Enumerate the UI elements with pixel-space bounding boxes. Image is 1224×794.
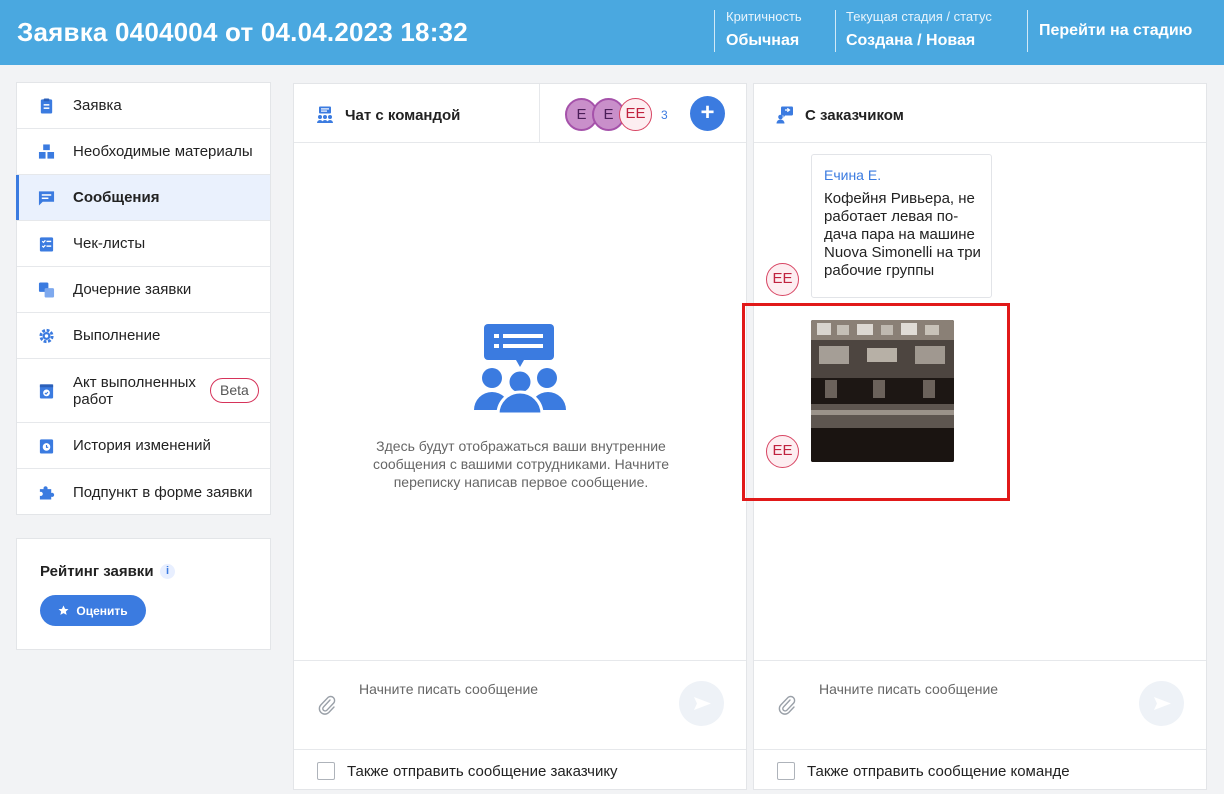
team-chat-title: Чат с командой [345, 107, 461, 124]
gear-icon [39, 328, 54, 343]
send-to-team-checkbox[interactable] [777, 762, 795, 780]
stage-block: Текущая стадия / статус Создана / Новая [846, 9, 992, 53]
stage-label: Текущая стадия / статус [846, 9, 992, 24]
sidebar-item-label: Акт выполненных работ [73, 373, 196, 408]
participants-count: 3 [661, 108, 668, 122]
history-icon [39, 438, 54, 454]
avatar[interactable]: ЕЕ [766, 435, 799, 468]
rating-title: Рейтинг заявки [40, 563, 154, 580]
customer-message-input[interactable] [819, 681, 1119, 697]
rating-card: Рейтинг заявки i Оценить [16, 538, 271, 650]
sidebar-item-label: Выполнение [73, 327, 161, 344]
sidebar-item-subitem[interactable]: Подпункт в форме заявки [17, 469, 270, 515]
team-chat-panel: Чат с командой Е Е ЕЕ 3 + Здесь будут от… [293, 83, 747, 790]
page-title: Заявка 0404004 от 04.04.2023 18:32 [17, 17, 468, 47]
sidebar-item-checklists[interactable]: Чек-листы [17, 221, 270, 267]
sidebar-item-child-requests[interactable]: Дочерние заявки [17, 267, 270, 313]
message-text: Кофейня Ривьера, не работает левая по-да… [824, 190, 981, 279]
team-chat-header: Чат с командой Е Е ЕЕ 3 + [294, 84, 746, 143]
image-message[interactable] [811, 320, 954, 462]
sidebar-item-messages[interactable]: Сообщения [16, 175, 270, 221]
sidebar-item-label: История изменений [73, 437, 211, 454]
coffee-machine-photo [811, 320, 954, 462]
sidebar-item-label: Заявка [73, 97, 122, 114]
customer-chat-header: С заказчиком [754, 84, 1206, 143]
checklist-icon [39, 236, 54, 252]
customer-footer: Также отправить сообщение команде [754, 749, 1206, 791]
sidebar-item-label: Чек-листы [73, 235, 146, 252]
sidebar-item-label: Необходимые материалы [73, 143, 253, 160]
goto-stage-button[interactable]: Перейти на стадию [1039, 22, 1192, 40]
child-requests-icon [38, 281, 55, 298]
team-composer [294, 660, 746, 749]
criticality-value: Обычная [726, 32, 800, 49]
send-to-team-label: Также отправить сообщение команде [807, 763, 1070, 780]
team-footer: Также отправить сообщение заказчику [294, 749, 746, 791]
team-chat-icon [317, 106, 333, 123]
act-icon [39, 383, 54, 399]
customer-chat-title: С заказчиком [805, 107, 904, 124]
sidebar-item-materials[interactable]: Необходимые материалы [17, 129, 270, 175]
boxes-icon [38, 143, 55, 159]
send-icon [1154, 697, 1171, 710]
message-icon [38, 190, 55, 206]
header-divider [539, 84, 540, 143]
customer-composer [754, 660, 1206, 749]
sidebar-item-act[interactable]: Акт выполненных работ Beta [17, 359, 270, 423]
avatar[interactable]: ЕЕ [766, 263, 799, 296]
criticality-block: Критичность Обычная [726, 9, 802, 53]
info-icon[interactable]: i [160, 564, 175, 579]
header-divider [1027, 10, 1028, 52]
sidebar-item-label: Дочерние заявки [73, 281, 192, 298]
team-chat-illustration [474, 324, 566, 416]
stage-value: Создана / Новая [846, 32, 976, 49]
rate-button-label: Оценить [76, 603, 128, 618]
header-divider [714, 10, 715, 52]
customer-chat-icon [776, 106, 793, 124]
sidebar-item-label: Подпункт в форме заявки [73, 483, 253, 501]
puzzle-icon [39, 486, 55, 500]
team-message-input[interactable] [359, 681, 659, 697]
send-button[interactable] [679, 681, 724, 726]
beta-badge: Beta [210, 378, 259, 403]
paperclip-icon[interactable] [318, 695, 336, 715]
sidebar-item-request[interactable]: Заявка [17, 83, 270, 129]
header-bar: Заявка 0404004 от 04.04.2023 18:32 Крити… [0, 0, 1224, 65]
send-to-customer-checkbox[interactable] [317, 762, 335, 780]
paperclip-icon[interactable] [778, 695, 796, 715]
send-to-customer-label: Также отправить сообщение заказчику [347, 763, 618, 780]
avatar[interactable]: ЕЕ [619, 98, 652, 131]
sidebar-nav: Заявка Необходимые материалы Сообщения Ч… [16, 82, 271, 515]
empty-state-text: Здесь будут отображаться ваши внутренние… [372, 438, 670, 490]
add-participant-button[interactable]: + [690, 96, 725, 131]
send-button[interactable] [1139, 681, 1184, 726]
message-bubble: Ечина Е. Кофейня Ривьера, не работает ле… [811, 154, 992, 298]
rate-button[interactable]: Оценить [40, 595, 146, 626]
sidebar-item-history[interactable]: История изменений [17, 423, 270, 469]
send-icon [694, 697, 711, 710]
sidebar-item-execution[interactable]: Выполнение [17, 313, 270, 359]
sidebar-item-label: Сообщения [73, 189, 160, 206]
header-divider [835, 10, 836, 52]
customer-chat-panel: С заказчиком Ечина Е. Кофейня Ривьера, н… [753, 83, 1207, 790]
message-author[interactable]: Ечина Е. [824, 167, 881, 183]
criticality-label: Критичность [726, 9, 802, 24]
clipboard-icon [40, 97, 53, 114]
star-icon [58, 605, 69, 615]
